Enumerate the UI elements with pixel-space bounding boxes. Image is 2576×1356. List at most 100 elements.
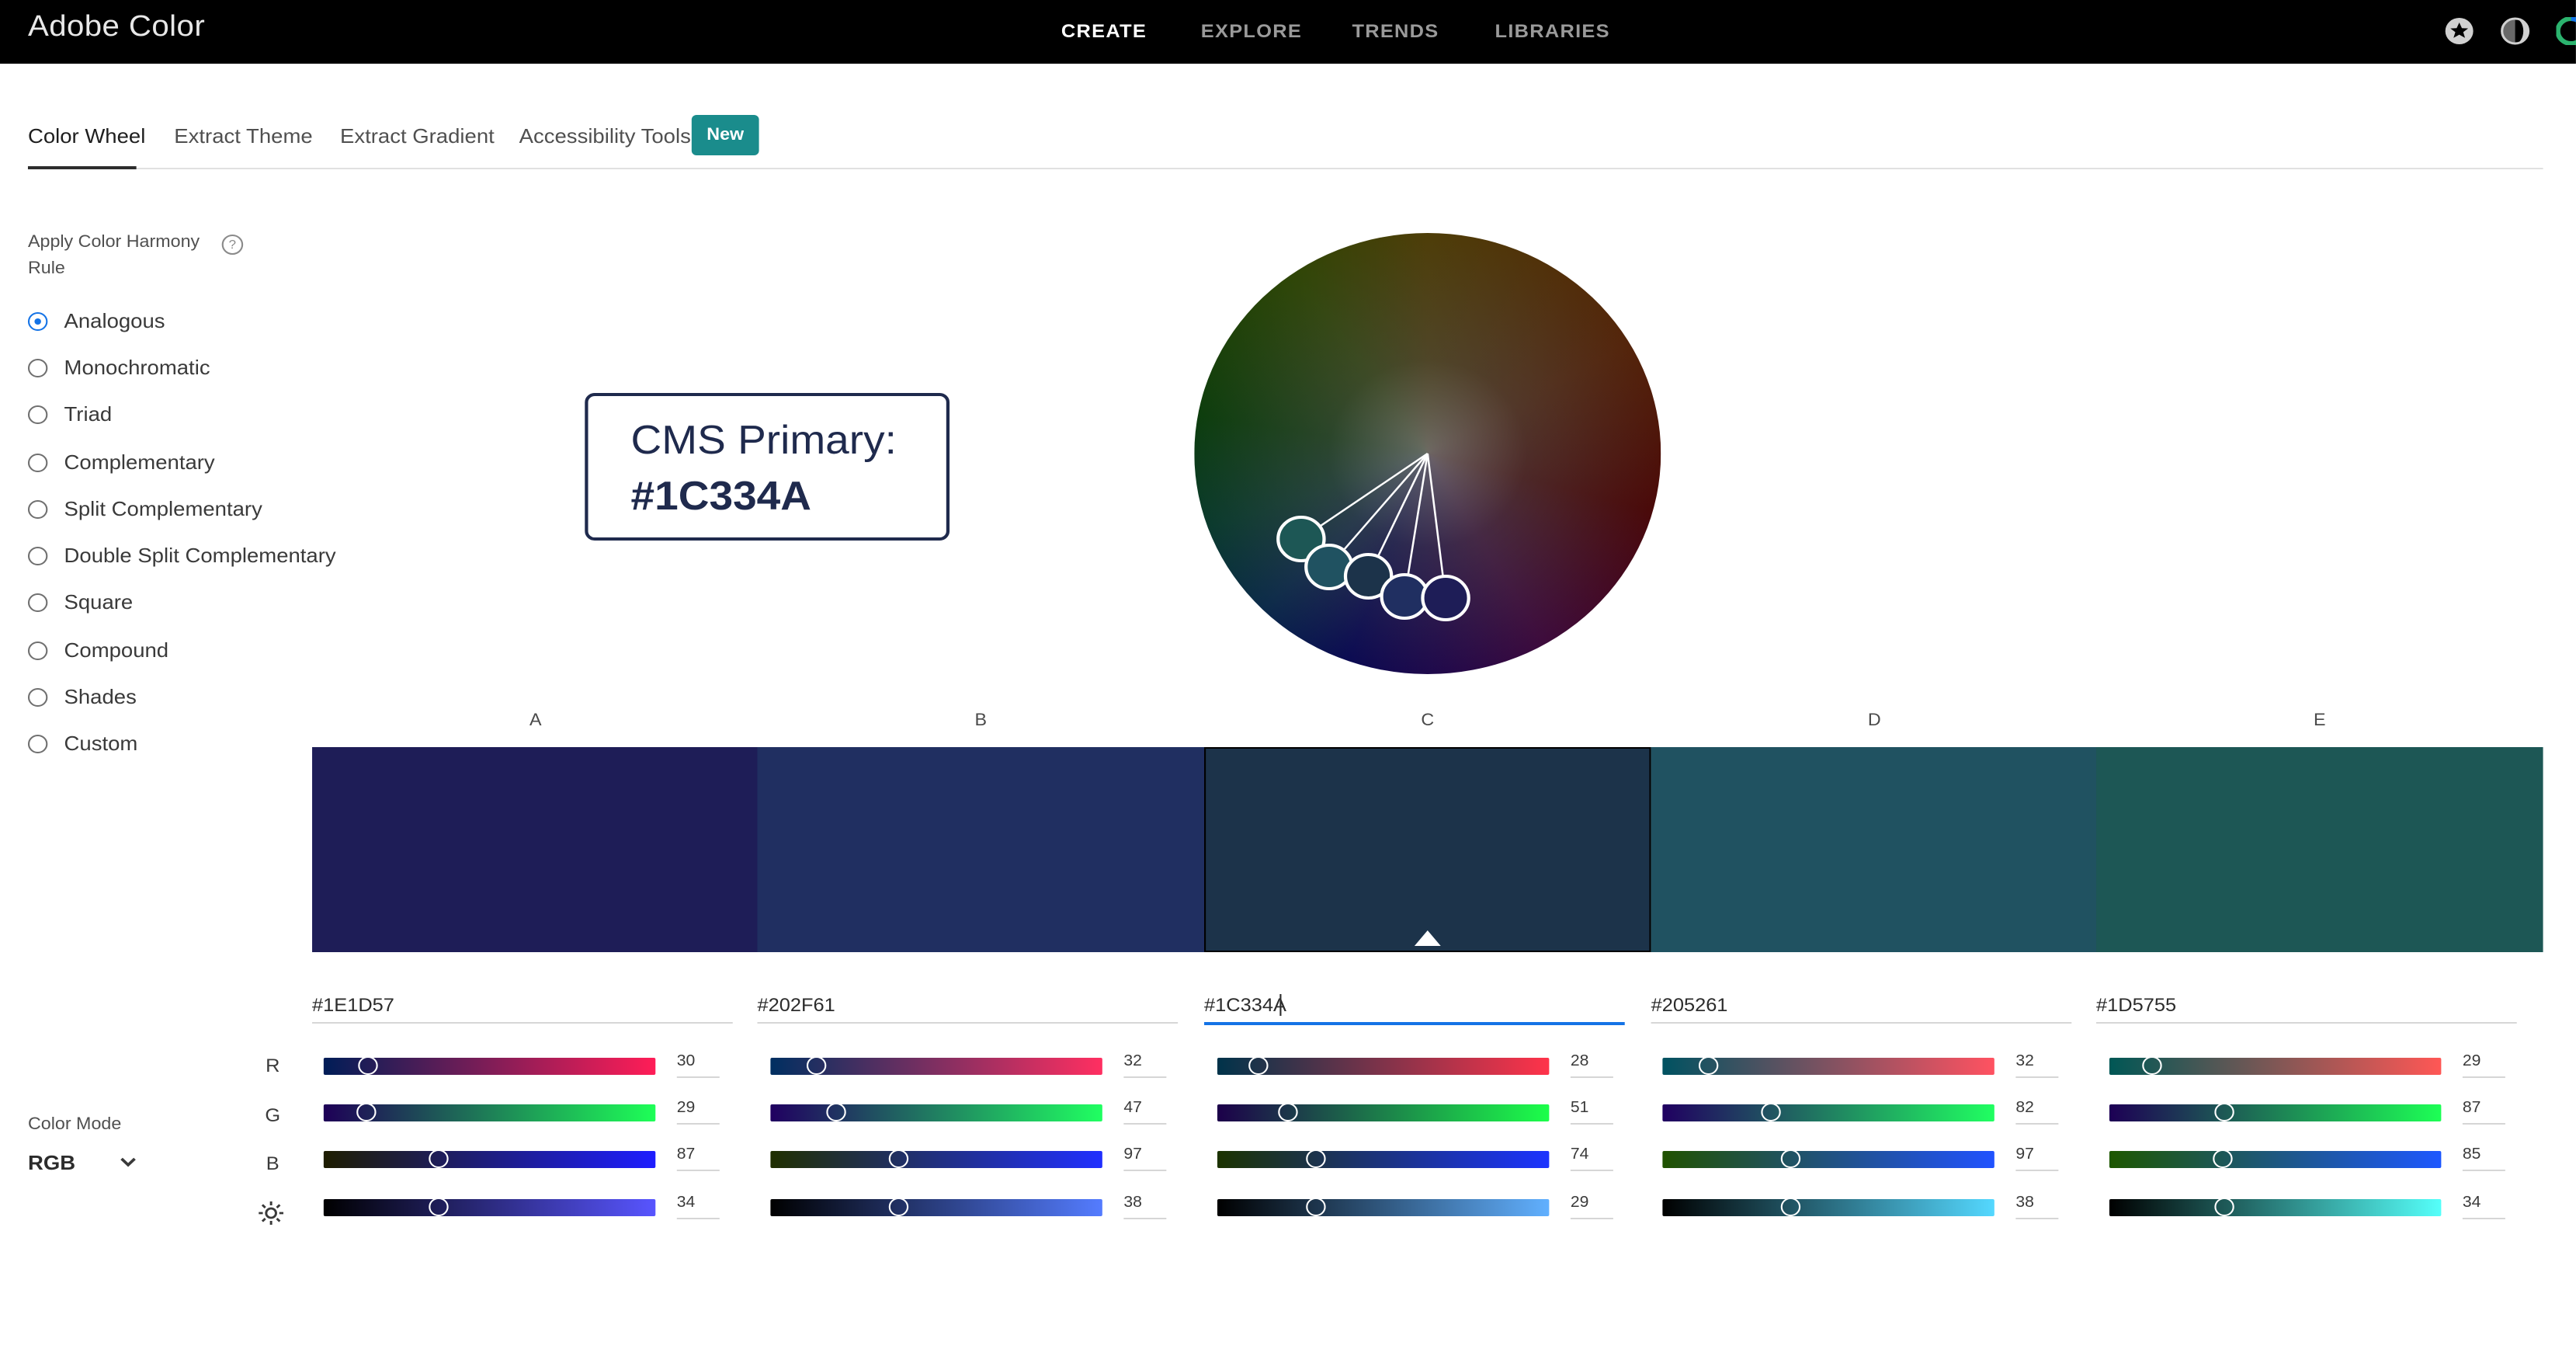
hex-value: #1C334A <box>1204 994 1286 1016</box>
tab-extract-theme[interactable]: Extract Theme <box>174 124 312 148</box>
red-value-input[interactable]: 32 <box>1123 1053 1167 1078</box>
rule-label: Compound <box>64 638 169 662</box>
swatch-b[interactable] <box>757 747 1205 952</box>
color-mode-label: Color Mode <box>27 1115 122 1134</box>
radio-icon[interactable] <box>27 593 48 612</box>
nav-trends[interactable]: TRENDS <box>1352 20 1439 42</box>
brightness-slider-track[interactable] <box>1217 1199 1550 1216</box>
hex-input-b[interactable]: #202F61 <box>757 991 1179 1024</box>
radio-icon[interactable] <box>27 454 48 472</box>
red-value-input[interactable]: 28 <box>1570 1053 1613 1078</box>
rule-label: Analogous <box>64 309 165 332</box>
blue-value-input[interactable]: 97 <box>1123 1146 1167 1171</box>
star-icon[interactable] <box>2445 17 2474 45</box>
red-value-input[interactable]: 30 <box>676 1053 720 1078</box>
theme-toggle-icon[interactable] <box>2501 17 2530 45</box>
nav-libraries[interactable]: LIBRARIES <box>1495 20 1610 42</box>
brightness-slider-thumb[interactable] <box>429 1198 449 1216</box>
swatch-a[interactable] <box>312 747 759 952</box>
selected-swatch-indicator-icon <box>1414 930 1441 946</box>
brightness-slider-track[interactable] <box>770 1199 1102 1216</box>
brightness-slider-thumb[interactable] <box>1780 1198 1800 1216</box>
tab-extract-gradient[interactable]: Extract Gradient <box>340 124 495 148</box>
red-value-input[interactable]: 32 <box>2015 1053 2059 1078</box>
hex-input-e[interactable]: #1D5755 <box>2096 991 2517 1024</box>
swatch-letter-a: A <box>529 711 542 730</box>
green-slider-track[interactable] <box>770 1104 1102 1121</box>
brightness-slider-track[interactable] <box>1662 1199 1994 1216</box>
green-slider-track[interactable] <box>2109 1104 2442 1121</box>
channel-label-r: R <box>266 1055 280 1076</box>
wheel-handles[interactable] <box>1194 233 1661 674</box>
channel-label-b: B <box>266 1153 279 1174</box>
green-value-input[interactable]: 87 <box>2462 1100 2505 1125</box>
blue-slider-track[interactable] <box>770 1151 1102 1168</box>
radio-icon[interactable] <box>27 547 48 565</box>
green-value-input[interactable]: 29 <box>676 1100 720 1125</box>
radio-icon[interactable] <box>27 500 48 519</box>
red-value-input[interactable]: 29 <box>2462 1053 2505 1078</box>
user-avatar[interactable] <box>2556 17 2576 45</box>
tab-accessibility-tools[interactable]: Accessibility Tools <box>519 124 691 148</box>
swatch-d[interactable] <box>1651 747 2099 952</box>
brightness-slider-track[interactable] <box>323 1199 656 1216</box>
swatch-letter-e: E <box>2314 711 2326 730</box>
green-value-input[interactable]: 47 <box>1123 1100 1167 1125</box>
green-value-input[interactable]: 82 <box>2015 1100 2059 1125</box>
channel-label-g: G <box>265 1104 281 1126</box>
blue-slider-track[interactable] <box>1217 1151 1550 1168</box>
nav-explore[interactable]: EXPLORE <box>1201 20 1302 42</box>
blue-slider-track[interactable] <box>323 1151 656 1168</box>
chevron-down-icon[interactable] <box>118 1153 137 1171</box>
hex-input-d[interactable]: #205261 <box>1651 991 2072 1024</box>
swatch-c[interactable] <box>1204 747 1651 952</box>
blue-value-input[interactable]: 74 <box>1570 1146 1613 1171</box>
red-slider-thumb[interactable] <box>357 1056 378 1075</box>
brightness-value-input[interactable]: 38 <box>2015 1194 2059 1219</box>
blue-value-input[interactable]: 97 <box>2015 1146 2059 1171</box>
red-slider-thumb[interactable] <box>2142 1056 2162 1075</box>
hex-value: #205261 <box>1651 994 1728 1016</box>
brightness-value-input[interactable]: 38 <box>1123 1194 1167 1219</box>
green-slider-thumb[interactable] <box>825 1103 846 1121</box>
radio-icon[interactable] <box>27 641 48 660</box>
hex-input-c[interactable]: #1C334A <box>1204 991 1625 1025</box>
brightness-value-input[interactable]: 34 <box>676 1194 720 1219</box>
rule-label: Monochromatic <box>64 356 210 379</box>
blue-slider-thumb[interactable] <box>2212 1149 2232 1168</box>
color-mode-select[interactable]: RGB <box>28 1151 75 1174</box>
hex-input-a[interactable]: #1E1D57 <box>312 991 733 1024</box>
tab-color-wheel[interactable]: Color Wheel <box>28 124 145 148</box>
active-tab-indicator <box>27 166 137 169</box>
radio-icon[interactable] <box>27 405 48 424</box>
top-bar: Adobe Color CREATE EXPLORE TRENDS LIBRAR… <box>0 0 2576 64</box>
blue-slider-track[interactable] <box>2109 1151 2442 1168</box>
swatch-e[interactable] <box>2096 747 2543 952</box>
blue-value-input[interactable]: 85 <box>2462 1146 2505 1171</box>
radio-selected-icon[interactable] <box>27 312 48 331</box>
brightness-slider-thumb[interactable] <box>2214 1198 2234 1216</box>
green-value-input[interactable]: 51 <box>1570 1100 1613 1125</box>
nav-create[interactable]: CREATE <box>1061 20 1147 42</box>
green-slider-thumb[interactable] <box>1277 1103 1298 1121</box>
radio-icon[interactable] <box>27 735 48 753</box>
blue-value-input[interactable]: 87 <box>676 1146 720 1171</box>
green-slider-track[interactable] <box>1662 1104 1994 1121</box>
brightness-value-input[interactable]: 29 <box>1570 1194 1613 1219</box>
app-logo[interactable]: Adobe Color <box>28 11 205 45</box>
blue-slider-thumb[interactable] <box>1780 1149 1800 1168</box>
green-slider-thumb[interactable] <box>356 1103 377 1121</box>
hex-value: #1D5755 <box>2096 994 2177 1016</box>
harmony-rule-label: Apply Color Harmony Rule <box>27 233 200 278</box>
help-icon[interactable]: ? <box>221 235 244 255</box>
callout-hex: #1C334A <box>630 472 812 519</box>
radio-icon[interactable] <box>27 359 48 377</box>
brightness-slider-thumb[interactable] <box>888 1198 908 1216</box>
brightness-value-input[interactable]: 34 <box>2462 1194 2505 1219</box>
brightness-slider-track[interactable] <box>2109 1199 2442 1216</box>
radio-icon[interactable] <box>27 688 48 707</box>
blue-slider-thumb[interactable] <box>888 1149 908 1168</box>
blue-slider-track[interactable] <box>1662 1151 1994 1168</box>
rule-label: Complementary <box>64 450 215 474</box>
green-slider-track[interactable] <box>1217 1104 1550 1121</box>
